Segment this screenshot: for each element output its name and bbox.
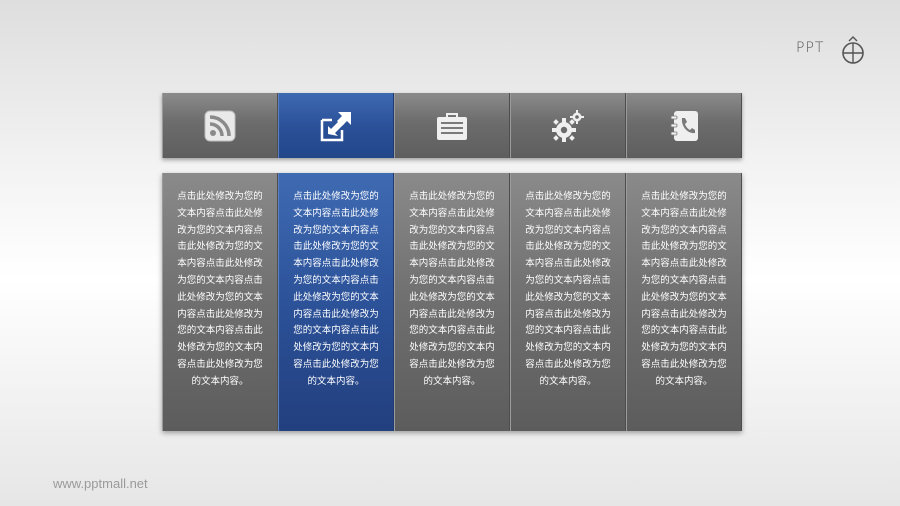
website-link[interactable]: www.pptmall.net [53, 476, 148, 491]
column-text[interactable]: 点击此处修改为您的文本内容点击此处修改为您的文本内容点击此处修改为您的文本内容点… [175, 189, 265, 391]
share-arrows-icon [320, 111, 351, 141]
column-4: 点击此处修改为您的文本内容点击此处修改为您的文本内容点击此处修改为您的文本内容点… [510, 173, 626, 431]
column-2: 点击此处修改为您的文本内容点击此处修改为您的文本内容点击此处修改为您的文本内容点… [278, 173, 394, 431]
column-text[interactable]: 点击此处修改为您的文本内容点击此处修改为您的文本内容点击此处修改为您的文本内容点… [291, 189, 381, 391]
tab-settings[interactable] [510, 93, 626, 158]
tab-contacts[interactable] [626, 93, 742, 158]
logo-text: PPT [796, 40, 825, 56]
tab-briefcase[interactable] [394, 93, 510, 158]
column-text[interactable]: 点击此处修改为您的文本内容点击此处修改为您的文本内容点击此处修改为您的文本内容点… [639, 189, 729, 391]
contact-book-icon [670, 110, 698, 141]
rss-icon [204, 110, 236, 141]
column-text[interactable]: 点击此处修改为您的文本内容点击此处修改为您的文本内容点击此处修改为您的文本内容点… [407, 189, 497, 391]
tab-rss[interactable] [162, 93, 278, 158]
briefcase-icon [437, 112, 467, 140]
column-3: 点击此处修改为您的文本内容点击此处修改为您的文本内容点击此处修改为您的文本内容点… [394, 173, 510, 431]
column-text[interactable]: 点击此处修改为您的文本内容点击此处修改为您的文本内容点击此处修改为您的文本内容点… [523, 189, 613, 391]
pen-tip-globe-icon [842, 36, 864, 64]
content-columns: 点击此处修改为您的文本内容点击此处修改为您的文本内容点击此处修改为您的文本内容点… [162, 173, 742, 431]
column-1: 点击此处修改为您的文本内容点击此处修改为您的文本内容点击此处修改为您的文本内容点… [162, 173, 278, 431]
column-5: 点击此处修改为您的文本内容点击此处修改为您的文本内容点击此处修改为您的文本内容点… [626, 173, 742, 431]
icon-tab-bar [162, 93, 742, 158]
gears-icon [552, 109, 584, 142]
ppt-logo: PPT [796, 36, 876, 66]
tab-share[interactable] [278, 93, 394, 158]
